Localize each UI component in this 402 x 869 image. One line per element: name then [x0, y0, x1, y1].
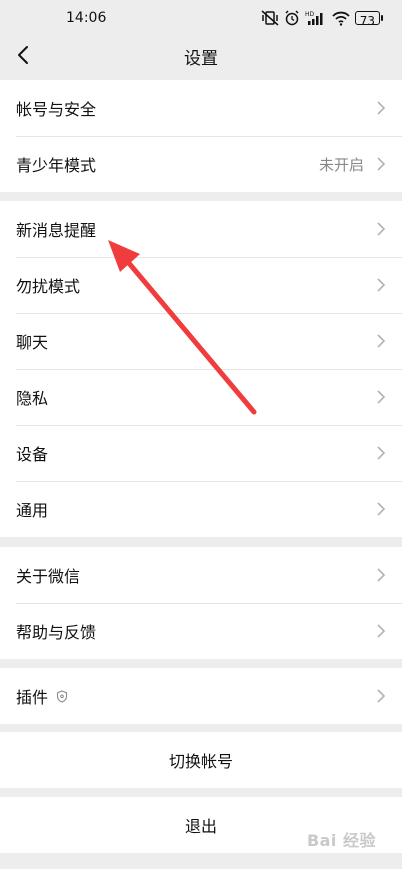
alarm-icon — [285, 10, 299, 26]
settings-item-account-security[interactable]: 帐号与安全 — [0, 80, 402, 136]
shield-icon — [56, 689, 68, 703]
settings-item-general[interactable]: 通用 — [0, 481, 402, 537]
settings-item-label: 帮助与反馈 — [16, 623, 97, 642]
settings-group-about: 关于微信 帮助与反馈 — [0, 547, 402, 659]
chevron-right-icon — [377, 446, 386, 460]
chevron-right-icon — [377, 334, 386, 348]
settings-item-label: 设备 — [16, 445, 49, 464]
chevron-right-icon — [377, 101, 386, 115]
chevron-right-icon — [377, 624, 386, 638]
chevron-right-icon — [377, 278, 386, 292]
switch-account-button[interactable]: 切换帐号 — [0, 732, 402, 788]
settings-item-label: 聊天 — [16, 333, 49, 352]
settings-item-new-message-notify[interactable]: 新消息提醒 — [0, 201, 402, 257]
vibrate-off-icon — [261, 10, 279, 26]
status-bar: 14:06 HD 73 — [0, 0, 402, 40]
settings-item-label: 关于微信 — [16, 567, 81, 586]
settings-item-about-wechat[interactable]: 关于微信 — [0, 547, 402, 603]
settings-item-youth-mode[interactable]: 青少年模式 未开启 — [0, 136, 402, 192]
chevron-right-icon — [377, 502, 386, 516]
settings-item-label: 青少年模式 — [16, 156, 97, 175]
settings-group-plugins: 插件 — [0, 668, 402, 724]
settings-item-label: 勿扰模式 — [16, 277, 81, 296]
chevron-right-icon — [377, 390, 386, 404]
settings-item-label: 帐号与安全 — [16, 100, 97, 119]
settings-item-help-feedback[interactable]: 帮助与反馈 — [0, 603, 402, 659]
hd-signal-icon: HD — [305, 11, 323, 25]
settings-group-account: 帐号与安全 青少年模式 未开启 — [0, 80, 402, 192]
settings-item-chat[interactable]: 聊天 — [0, 313, 402, 369]
logout-label: 退出 — [184, 817, 217, 836]
wifi-icon — [332, 11, 350, 26]
chevron-right-icon — [377, 568, 386, 582]
status-icons: HD 73 — [261, 10, 384, 28]
youth-mode-status: 未开启 — [318, 155, 364, 174]
svg-text:HD: HD — [305, 11, 315, 18]
nav-bar: 设置 — [0, 38, 402, 74]
chevron-right-icon — [377, 157, 386, 171]
settings-item-label: 插件 — [16, 688, 49, 707]
settings-item-label: 新消息提醒 — [16, 221, 97, 240]
switch-account-label: 切换帐号 — [168, 752, 233, 771]
settings-item-label: 隐私 — [16, 389, 49, 408]
battery-indicator: 73 — [354, 11, 384, 28]
settings-item-label: 通用 — [16, 501, 49, 520]
watermark: Bai 经验 — [306, 831, 376, 850]
settings-item-devices[interactable]: 设备 — [0, 425, 402, 481]
settings-group-general: 新消息提醒 勿扰模式 聊天 隐私 设备 通用 — [0, 201, 402, 537]
settings-item-plugins[interactable]: 插件 — [0, 668, 402, 724]
settings-item-do-not-disturb[interactable]: 勿扰模式 — [0, 257, 402, 313]
status-time: 14:06 — [66, 10, 107, 26]
chevron-right-icon — [377, 222, 386, 236]
page-title: 设置 — [184, 49, 218, 69]
settings-item-privacy[interactable]: 隐私 — [0, 369, 402, 425]
chevron-right-icon — [377, 689, 386, 703]
